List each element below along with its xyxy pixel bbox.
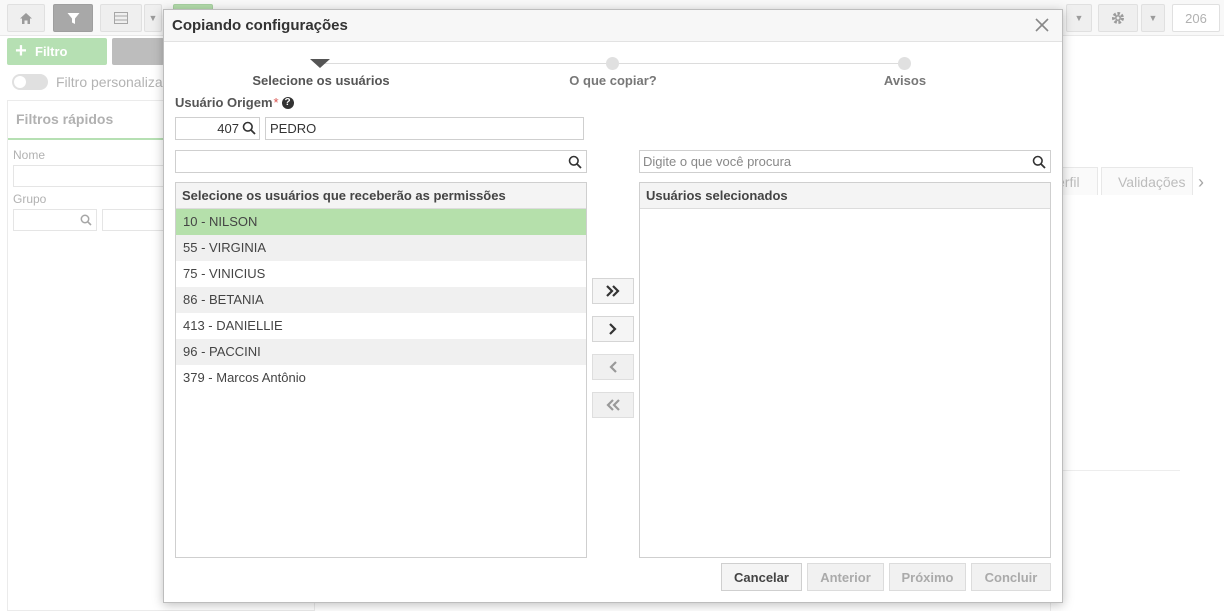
list-item[interactable]: 413 - DANIELLIE (176, 313, 586, 339)
copy-settings-dialog: Copiando configurações Selecione os usuá… (163, 9, 1063, 603)
cancel-button[interactable]: Cancelar (721, 563, 802, 591)
available-users-rows: 10 - NILSON 55 - VIRGINIA 75 - VINICIUS … (176, 209, 586, 391)
list-item[interactable]: 55 - VIRGINIA (176, 235, 586, 261)
available-users-header: Selecione os usuários que receberão as p… (176, 183, 586, 209)
dialog-header: Copiando configurações (164, 10, 1062, 42)
close-button[interactable] (1032, 15, 1052, 35)
selected-users-list: Usuários selecionados (639, 182, 1051, 558)
origin-user-label: Usuário Origem (175, 95, 273, 110)
double-chevron-left-icon (606, 399, 620, 411)
chevron-left-icon (609, 361, 617, 373)
chevron-right-icon (609, 323, 617, 335)
step-select-users: Selecione os usuários (252, 73, 390, 88)
selected-users-search-input[interactable] (640, 151, 1050, 172)
search-icon[interactable] (1032, 155, 1046, 169)
step-dot-what-to-copy (606, 57, 619, 70)
available-users-search-input[interactable] (176, 151, 586, 172)
previous-button[interactable]: Anterior (807, 563, 884, 591)
next-button[interactable]: Próximo (889, 563, 966, 591)
move-right-button[interactable] (592, 316, 634, 342)
available-users-search (175, 150, 587, 173)
available-users-list: Selecione os usuários que receberão as p… (175, 182, 587, 558)
move-all-right-button[interactable] (592, 278, 634, 304)
selected-users-header: Usuários selecionados (640, 183, 1050, 209)
list-item[interactable]: 379 - Marcos Antônio (176, 365, 586, 391)
required-asterisk: * (273, 95, 279, 110)
move-all-left-button[interactable] (592, 392, 634, 418)
list-item[interactable]: 96 - PACCINI (176, 339, 586, 365)
close-icon (1035, 18, 1049, 32)
selected-users-search (639, 150, 1051, 173)
current-step-marker-icon (310, 59, 330, 68)
origin-user-name-input[interactable] (265, 117, 584, 140)
move-left-button[interactable] (592, 354, 634, 380)
finish-button[interactable]: Concluir (971, 563, 1051, 591)
step-dot-warnings (898, 57, 911, 70)
origin-user-label-row: Usuário Origem *? (175, 95, 294, 110)
double-chevron-right-icon (606, 285, 620, 297)
search-icon[interactable] (568, 155, 582, 169)
list-item[interactable]: 86 - BETANIA (176, 287, 586, 313)
step-warnings: Avisos (883, 73, 927, 88)
help-icon[interactable]: ? (281, 96, 294, 109)
dialog-title: Copiando configurações (172, 17, 348, 34)
step-what-to-copy: O que copiar? (569, 73, 657, 88)
search-icon[interactable] (242, 121, 256, 135)
list-item[interactable]: 75 - VINICIUS (176, 261, 586, 287)
list-item[interactable]: 10 - NILSON (176, 209, 586, 235)
